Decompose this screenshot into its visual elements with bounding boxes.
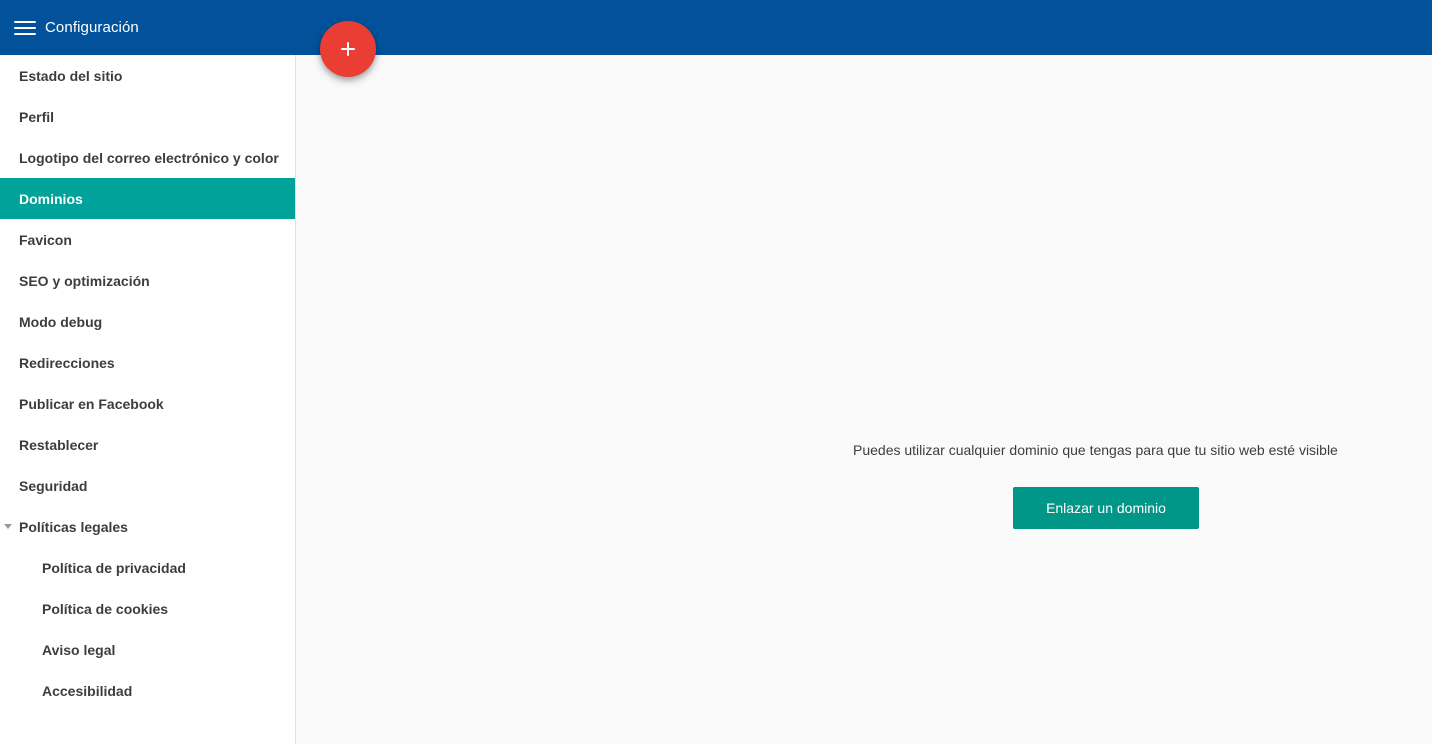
sidebar-item-seo[interactable]: SEO y optimización — [0, 260, 295, 301]
hamburger-menu-icon[interactable] — [14, 20, 36, 36]
sidebar-subitem-privacy-policy[interactable]: Política de privacidad — [0, 547, 295, 588]
empty-state-message: Puedes utilizar cualquier dominio que te… — [853, 442, 1338, 458]
sidebar-subitem-cookie-policy[interactable]: Política de cookies — [0, 588, 295, 629]
settings-sidebar: Estado del sitio Perfil Logotipo del cor… — [0, 55, 296, 744]
sidebar-subitem-accessibility[interactable]: Accesibilidad — [0, 670, 295, 711]
sidebar-item-reset[interactable]: Restablecer — [0, 424, 295, 465]
main-content: Puedes utilizar cualquier dominio que te… — [296, 55, 1432, 744]
add-fab-button[interactable] — [320, 21, 376, 77]
plus-icon — [341, 42, 355, 56]
sidebar-item-security[interactable]: Seguridad — [0, 465, 295, 506]
sidebar-subitem-legal-notice[interactable]: Aviso legal — [0, 629, 295, 670]
sidebar-item-domains[interactable]: Dominios — [0, 178, 295, 219]
caret-down-icon — [4, 524, 12, 529]
sidebar-item-profile[interactable]: Perfil — [0, 96, 295, 137]
sidebar-item-favicon[interactable]: Favicon — [0, 219, 295, 260]
sidebar-item-facebook-publish[interactable]: Publicar en Facebook — [0, 383, 295, 424]
sidebar-item-email-logo-color[interactable]: Logotipo del correo electrónico y color — [0, 137, 295, 178]
sidebar-item-legal-policies[interactable]: Políticas legales — [0, 506, 295, 547]
page-title: Configuración — [45, 19, 139, 36]
link-domain-button[interactable]: Enlazar un dominio — [1013, 487, 1199, 529]
sidebar-item-site-status[interactable]: Estado del sitio — [0, 55, 295, 96]
sidebar-item-label: Políticas legales — [19, 518, 128, 535]
sidebar-item-debug-mode[interactable]: Modo debug — [0, 301, 295, 342]
top-app-bar: Configuración — [0, 0, 1432, 55]
sidebar-item-redirects[interactable]: Redirecciones — [0, 342, 295, 383]
